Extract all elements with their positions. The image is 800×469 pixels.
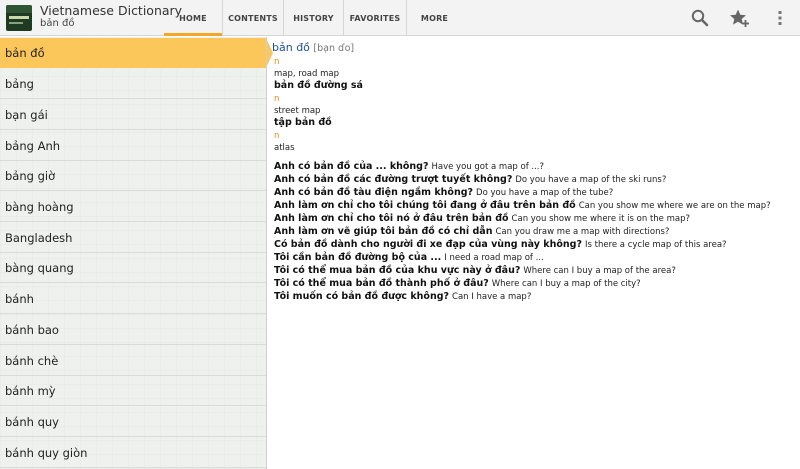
list-item[interactable]: bàng hoàng: [0, 192, 266, 222]
list-item[interactable]: bánh bao: [0, 315, 266, 345]
part-of-speech: n: [274, 131, 280, 141]
action-bar: Vietnamese Dictionary bản đồ HOME CONTEN…: [0, 0, 800, 36]
list-item-label: bản đồ: [5, 46, 45, 60]
compound-link[interactable]: tập bản đồ: [274, 117, 332, 128]
tab-favorites[interactable]: FAVORITES: [344, 0, 407, 36]
pronunciation: [bạn ɗo]: [313, 43, 355, 54]
search-icon[interactable]: [690, 8, 710, 28]
sense-definition: map, road map: [274, 69, 339, 79]
list-item[interactable]: bánh quy giòn: [0, 438, 266, 468]
list-item-label: bánh chè: [5, 353, 59, 368]
sense-definition: street map: [274, 106, 321, 116]
list-item[interactable]: bạn gái: [0, 100, 266, 130]
star-plus-icon[interactable]: [729, 8, 749, 28]
example-en: Can I have a map?: [452, 292, 532, 302]
list-item-label: bánh quy: [5, 414, 59, 429]
list-item[interactable]: bảng Anh: [0, 131, 266, 161]
list-item-label: bàng quang: [5, 260, 74, 275]
list-item[interactable]: bánh quy: [0, 407, 266, 437]
example-row: Tôi muốn có bản đồ được không? Can I have…: [274, 284, 531, 303]
list-item-label: bạn gái: [5, 107, 48, 122]
entry-headword: bản đồ [bạn ɗo]: [272, 41, 354, 54]
example-vi: Tôi muốn có bản đồ được không?: [274, 291, 450, 302]
tab-bar: HOME CONTENTS HISTORY FAVORITES MORE: [164, 0, 462, 36]
list-item-label: bảng giờ: [5, 168, 56, 183]
part-of-speech: n: [274, 57, 280, 67]
list-item-label: bánh: [5, 291, 34, 306]
list-item[interactable]: bánh: [0, 284, 266, 314]
current-word-subtitle: bản đồ: [40, 18, 75, 29]
app-title: Vietnamese Dictionary: [40, 3, 183, 18]
tab-more[interactable]: MORE: [407, 0, 462, 36]
pane-divider: [266, 37, 267, 469]
list-item-label: bánh mỳ: [5, 383, 56, 398]
sense-definition: atlas: [274, 143, 295, 153]
example-en: Is there a cycle map of this area?: [584, 240, 727, 250]
list-item-label: bảng: [5, 76, 34, 91]
part-of-speech: n: [274, 94, 280, 104]
word-list[interactable]: bản đồ bảng bạn gái bảng Anh bảng giờ bà…: [0, 37, 266, 469]
tab-home[interactable]: HOME: [164, 0, 223, 36]
collins-app-icon[interactable]: [6, 5, 32, 31]
list-item-label: bàng hoàng: [5, 199, 74, 214]
list-item[interactable]: bàng quang: [0, 253, 266, 283]
list-item[interactable]: bánh chè: [0, 346, 266, 376]
overflow-menu-icon[interactable]: [770, 8, 790, 28]
list-item[interactable]: Bangladesh: [0, 223, 266, 253]
entry-pane: bản đồ [bạn ɗo] n map, road map bản đồ đ…: [270, 38, 796, 469]
list-item-selected[interactable]: bản đồ: [0, 38, 266, 68]
list-item[interactable]: bảng giờ: [0, 161, 266, 191]
list-item-label: bánh quy giòn: [5, 445, 88, 460]
tab-history[interactable]: HISTORY: [284, 0, 344, 36]
list-item-label: Bangladesh: [5, 230, 73, 245]
list-item-label: bảng Anh: [5, 138, 61, 153]
list-item[interactable]: bảng: [0, 69, 266, 99]
headword-text: bản đồ: [272, 41, 310, 54]
list-item[interactable]: bánh mỳ: [0, 376, 266, 406]
tab-contents[interactable]: CONTENTS: [223, 0, 284, 36]
list-item-label: bánh bao: [5, 322, 59, 337]
compound-link[interactable]: bản đồ đường sá: [274, 80, 363, 91]
